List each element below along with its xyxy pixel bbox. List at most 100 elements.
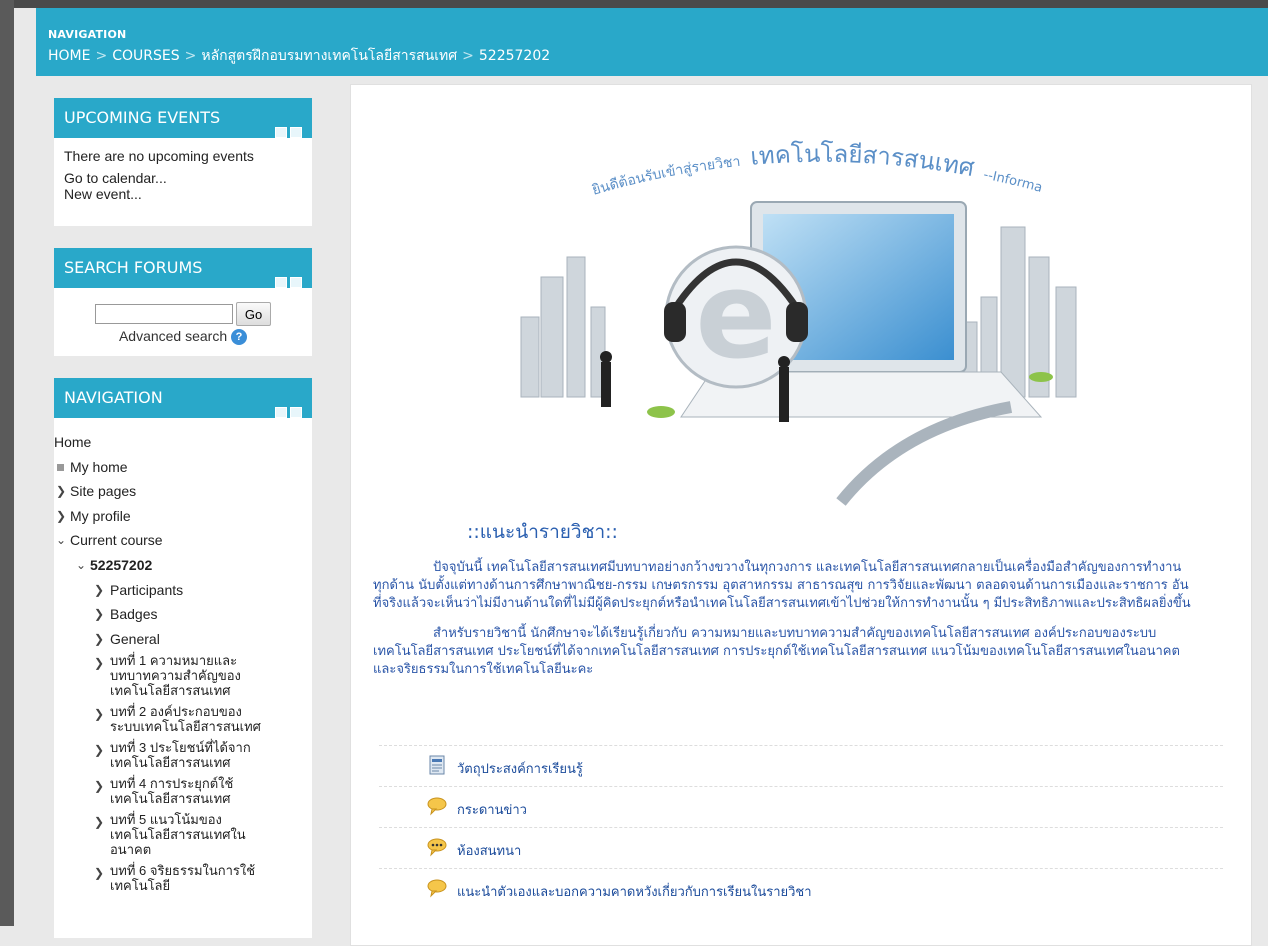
- block-header: UPCOMING EVENTS: [54, 98, 312, 138]
- activity-item[interactable]: ห้องสนทนา: [379, 827, 1223, 868]
- chevron-right-icon: ❯: [56, 508, 67, 523]
- breadcrumb-separator: >: [95, 48, 108, 64]
- chevron-right-icon: ❯: [94, 779, 105, 794]
- block-title: UPCOMING EVENTS: [64, 108, 221, 127]
- nav-item-badges[interactable]: ❯ Badges: [54, 604, 308, 624]
- navbar-label: NAVIGATION: [48, 28, 127, 41]
- nav-item-chapter-6[interactable]: ❯ บทที่ 6 จริยธรรมในการใช้เทคโนโลยี: [54, 863, 308, 893]
- nav-item-home[interactable]: Home: [54, 432, 308, 452]
- new-event-link[interactable]: New event...: [64, 186, 302, 202]
- activity-list: วัตถุประสงค์การเรียนรู้ กระดานข่าว ห้องส…: [379, 745, 1223, 909]
- course-intro-paragraph: ปัจจุบันนี้ เทคโนโลยีสารสนเทศมีบทบาทอย่า…: [373, 560, 1191, 611]
- nav-item-chapter-3[interactable]: ❯ บทที่ 3 ประโยชน์ที่ได้จากเทคโนโลยีสารส…: [54, 740, 308, 770]
- search-forums-block: SEARCH FORUMS Go Advanced search ?: [54, 248, 312, 356]
- activity-link[interactable]: ห้องสนทนา: [457, 840, 521, 861]
- nav-item-label: My home: [70, 458, 128, 475]
- nav-item-current-course[interactable]: ⌄ Current course: [54, 530, 308, 550]
- no-events-text: There are no upcoming events: [64, 148, 254, 164]
- svg-text:ยินดีต้อนรับเข้าสู่รายวิชา: ยินดีต้อนรับเข้าสู่รายวิชา เทคโนโลยีสารส…: [481, 107, 1044, 199]
- block-controls: [272, 263, 302, 303]
- nav-item-site-pages[interactable]: ❯ Site pages: [54, 481, 308, 501]
- square-bullet-icon: [57, 463, 64, 471]
- nav-item-participants[interactable]: ❯ Participants: [54, 580, 308, 600]
- nav-item-chapter-4[interactable]: ❯ บทที่ 4 การประยุกต์ใช้เทคโนโลยีสารสนเท…: [54, 776, 308, 806]
- nav-item-label: บทที่ 5 แนวโน้มของเทคโนโลยีสารสนเทศในอนา…: [110, 812, 246, 858]
- course-intro-paragraph: สำหรับรายวิชานี้ นักศึกษาจะได้เรียนรู้เก…: [373, 626, 1180, 677]
- chevron-down-icon: ⌄: [56, 533, 67, 548]
- activity-item[interactable]: แนะนำตัวเองและบอกความคาดหวังเกี่ยวกับการ…: [379, 868, 1223, 909]
- navigation-block: NAVIGATION Home My home ❯ Site pages ❯ M…: [54, 378, 312, 938]
- nav-item-general[interactable]: ❯ General: [54, 629, 308, 649]
- hide-block-icon[interactable]: [275, 127, 287, 138]
- chevron-right-icon: ❯: [56, 484, 67, 499]
- activity-item[interactable]: วัตถุประสงค์การเรียนรู้: [379, 745, 1223, 786]
- nav-item-label: Participants: [110, 581, 184, 598]
- chat-icon: [427, 838, 447, 857]
- nav-item-label: Current course: [70, 532, 163, 549]
- banner-logo-letter: e: [695, 247, 776, 386]
- chevron-right-icon: ❯: [94, 866, 105, 881]
- nav-item-label: General: [110, 630, 160, 647]
- search-input[interactable]: [94, 304, 233, 324]
- chevron-right-icon: ❯: [94, 707, 105, 722]
- nav-item-label: บทที่ 6 จริยธรรมในการใช้เทคโนโลยี: [110, 863, 256, 894]
- nav-item-my-profile[interactable]: ❯ My profile: [54, 506, 308, 526]
- help-icon[interactable]: ?: [231, 329, 248, 346]
- hide-block-icon[interactable]: [275, 277, 287, 288]
- block-title: SEARCH FORUMS: [64, 258, 203, 277]
- nav-item-chapter-1[interactable]: ❯ บทที่ 1 ความหมายและบทบาทความสำคัญของเท…: [54, 653, 308, 698]
- navigation-tree: Home My home ❯ Site pages ❯ My profile ⌄…: [54, 418, 312, 893]
- upcoming-events-block: UPCOMING EVENTS There are no upcoming ev…: [54, 98, 312, 226]
- activity-link[interactable]: แนะนำตัวเองและบอกความคาดหวังเกี่ยวกับการ…: [457, 881, 812, 902]
- course-intro-title: ::แนะนำรายวิชา::: [467, 521, 618, 543]
- nav-item-label: Home: [54, 434, 92, 450]
- block-controls: [272, 113, 302, 153]
- nav-item-label: บทที่ 3 ประโยชน์ที่ได้จากเทคโนโลยีสารสนเ…: [110, 740, 251, 771]
- calendar-link[interactable]: Go to calendar...: [64, 170, 302, 186]
- window-top-border: [0, 0, 1268, 8]
- nav-item-chapter-2[interactable]: ❯ บทที่ 2 องค์ประกอบของระบบเทคโนโลยีสารส…: [54, 704, 308, 734]
- breadcrumb-separator: >: [462, 48, 474, 64]
- breadcrumb-home[interactable]: HOME: [48, 48, 90, 64]
- nav-item-label: บทที่ 4 การประยุกต์ใช้เทคโนโลยีสารสนเทศ: [110, 776, 234, 807]
- block-title: NAVIGATION: [64, 388, 163, 407]
- block-header: SEARCH FORUMS: [54, 248, 312, 288]
- chevron-right-icon: ❯: [94, 656, 105, 671]
- chevron-right-icon: ❯: [94, 631, 105, 646]
- nav-item-my-home[interactable]: My home: [54, 457, 308, 477]
- banner-subject-text: เทคโนโลยีสารสนเทศ: [749, 140, 976, 182]
- page-icon: [429, 755, 445, 775]
- breadcrumb-course[interactable]: 52257202: [479, 48, 550, 64]
- advanced-search-link[interactable]: Advanced search: [119, 328, 227, 344]
- nav-item-label: 52257202: [90, 556, 153, 573]
- breadcrumb-courses[interactable]: COURSES: [112, 48, 179, 64]
- course-content: ยินดีต้อนรับเข้าสู่รายวิชา เทคโนโลยีสารส…: [350, 84, 1252, 946]
- dock-block-icon[interactable]: [290, 407, 302, 418]
- nav-item-label: บทที่ 2 องค์ประกอบของระบบเทคโนโลยีสารสนเ…: [110, 704, 261, 735]
- chevron-right-icon: ❯: [94, 743, 105, 758]
- block-controls: [272, 393, 302, 433]
- hide-block-icon[interactable]: [275, 407, 287, 418]
- banner-welcome-text: ยินดีต้อนรับเข้าสู่รายวิชา: [590, 154, 741, 199]
- chevron-right-icon: ❯: [94, 815, 105, 830]
- breadcrumb-category[interactable]: หลักสูตรฝึกอบรมทางเทคโนโลยีสารสนเทศ: [201, 48, 457, 64]
- dock-block-icon[interactable]: [290, 127, 302, 138]
- breadcrumb-separator: >: [184, 48, 197, 64]
- activity-item[interactable]: กระดานข่าว: [379, 786, 1223, 827]
- breadcrumb: HOME > COURSES > หลักสูตรฝึกอบรมทางเทคโนโลยี…: [48, 45, 550, 67]
- nav-item-label: My profile: [70, 507, 131, 524]
- navbar: NAVIGATION HOME > COURSES > หลักสูตรฝึกอบรมท…: [36, 8, 1268, 76]
- nav-item-label: Site pages: [70, 483, 137, 500]
- nav-item-label: Badges: [110, 606, 158, 623]
- go-button[interactable]: Go: [235, 302, 272, 326]
- activity-link[interactable]: กระดานข่าว: [457, 799, 527, 820]
- forum-icon: [427, 797, 447, 816]
- chevron-down-icon: ⌄: [76, 557, 87, 572]
- course-banner-image: ยินดีต้อนรับเข้าสู่รายวิชา เทคโนโลยีสารส…: [481, 107, 1077, 506]
- nav-item-label: บทที่ 1 ความหมายและบทบาทความสำคัญของเทคโ…: [110, 653, 241, 699]
- nav-item-chapter-5[interactable]: ❯ บทที่ 5 แนวโน้มของเทคโนโลยีสารสนเทศในอ…: [54, 812, 308, 857]
- activity-link[interactable]: วัตถุประสงค์การเรียนรู้: [457, 758, 583, 779]
- block-header: NAVIGATION: [54, 378, 312, 418]
- nav-item-course[interactable]: ⌄ 52257202: [54, 555, 308, 575]
- dock-block-icon[interactable]: [290, 277, 302, 288]
